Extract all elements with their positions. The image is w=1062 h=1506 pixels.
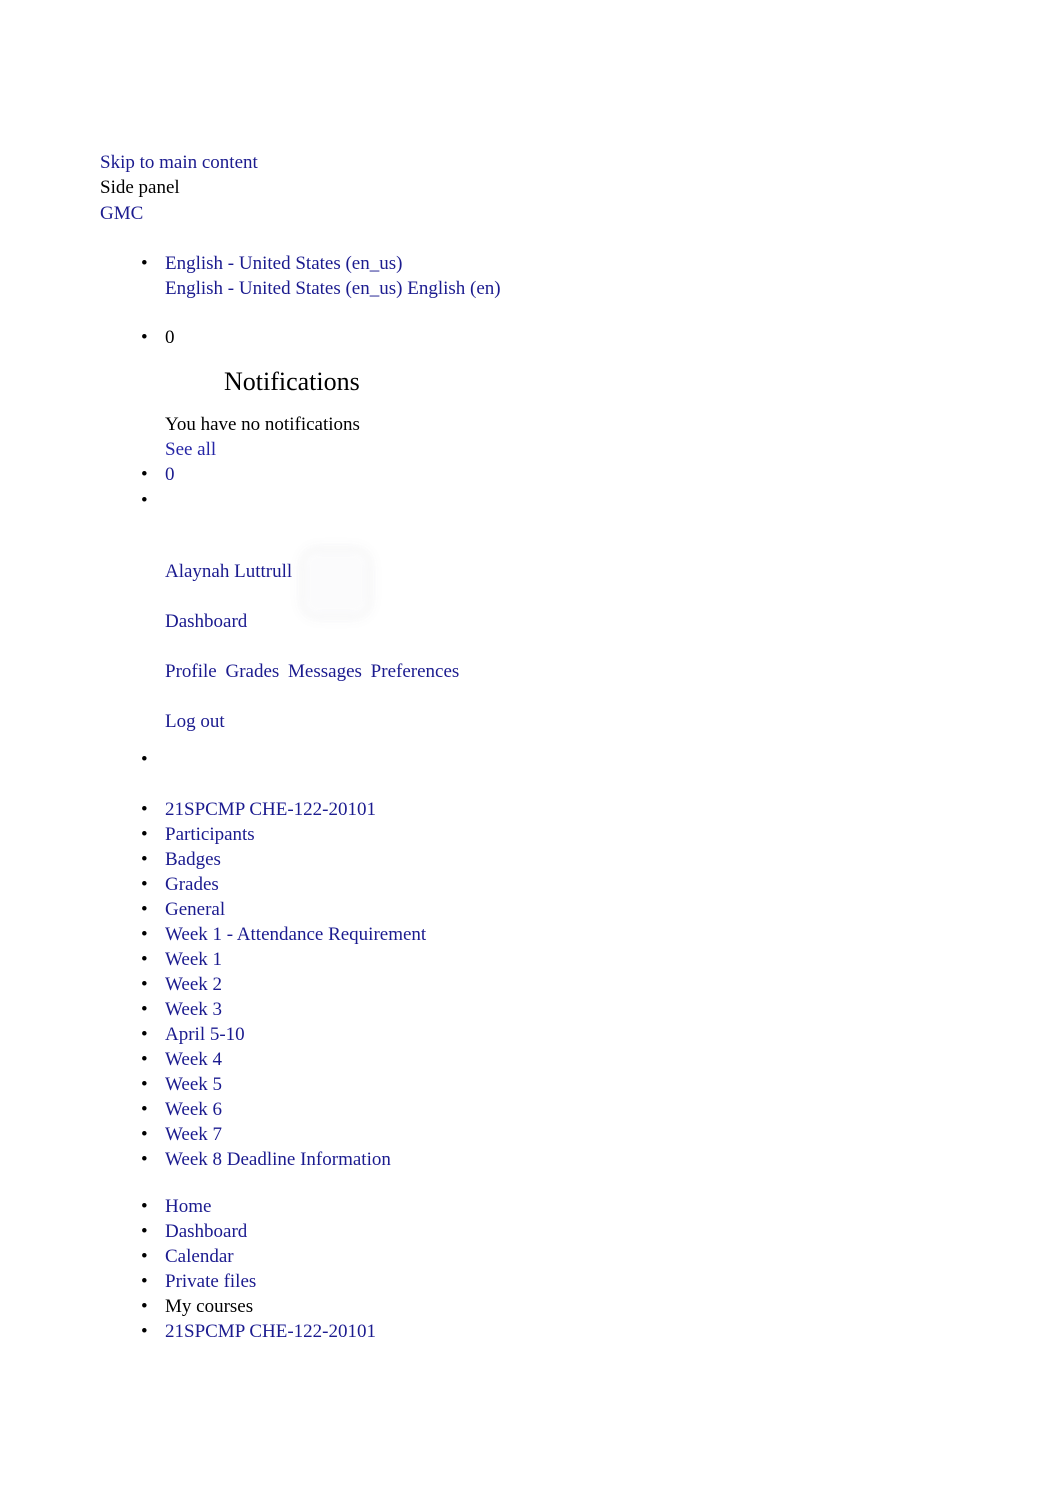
course-navigation-list: 21SPCMP CHE-122-20101 Participants Badges G… [100, 797, 1062, 1172]
user-menu-grades-link[interactable]: Grades [225, 661, 279, 682]
messages-count[interactable]: 0 [165, 327, 175, 348]
course-nav-item[interactable]: Week 6 [100, 1097, 1062, 1122]
course-nav-label[interactable]: Week 8 Deadline Information [165, 1149, 391, 1170]
site-nav-label[interactable]: Home [165, 1196, 211, 1217]
user-menu-logout-link[interactable]: Log out [165, 711, 225, 732]
course-nav-item[interactable]: General [100, 897, 1062, 922]
notifications-body: You have no notifications See all [100, 398, 1062, 462]
site-nav-item[interactable]: Dashboard [100, 1219, 1062, 1244]
user-menu-dashboard-link[interactable]: Dashboard [165, 611, 247, 632]
notifications-count[interactable]: 0 [165, 464, 175, 485]
language-options-link[interactable]: English - United States (en_us) English … [165, 278, 501, 299]
language-menu-item[interactable]: English - United States (en_us) [100, 251, 1062, 276]
site-nav-label[interactable]: Private files [165, 1271, 256, 1292]
language-menu-list: English - United States (en_us) [100, 251, 1062, 276]
course-nav-label[interactable]: Week 1 [165, 949, 222, 970]
user-menu: Alaynah Luttrull Dashboard Profile Grade… [100, 547, 1062, 747]
site-nav-label: My courses [165, 1295, 254, 1317]
spacer-before-site-nav [100, 1172, 1062, 1194]
user-menu-links-row: Profile Grades Messages Preferences [165, 647, 1062, 697]
course-nav-item[interactable]: 21SPCMP CHE-122-20101 [100, 797, 1062, 822]
user-menu-profile-link[interactable]: Profile [165, 661, 217, 682]
course-nav-item[interactable]: Week 2 [100, 972, 1062, 997]
user-name-link[interactable]: Alaynah Luttrull [165, 561, 292, 582]
messages-menu-item[interactable]: 0 [100, 325, 1062, 350]
site-nav-item: My courses [100, 1294, 1062, 1319]
notifications-menu-item[interactable]: 0 [100, 462, 1062, 487]
notifications-title: Notifications [224, 366, 360, 396]
course-nav-item[interactable]: Week 4 [100, 1047, 1062, 1072]
site-nav-label[interactable]: 21SPCMP CHE-122-20101 [165, 1321, 376, 1342]
site-home-link[interactable]: GMC [100, 201, 1062, 226]
notifications-see-all-link[interactable]: See all [165, 437, 1062, 462]
course-nav-label[interactable]: Participants [165, 824, 255, 845]
site-nav-item[interactable]: Calendar [100, 1244, 1062, 1269]
site-nav-label[interactable]: Calendar [165, 1246, 234, 1267]
course-nav-label[interactable]: Week 3 [165, 999, 222, 1020]
course-nav-label[interactable]: Grades [165, 874, 219, 895]
user-menu-preferences-link[interactable]: Preferences [371, 661, 460, 682]
user-avatar-placeholder-icon [305, 551, 367, 614]
course-nav-item[interactable]: Week 1 - Attendance Requirement [100, 922, 1062, 947]
user-menu-messages-link[interactable]: Messages [288, 661, 362, 682]
user-menu-toggle-item[interactable] [100, 488, 1062, 513]
course-nav-item[interactable]: Grades [100, 872, 1062, 897]
course-nav-label[interactable]: Week 6 [165, 1099, 222, 1120]
spacer-before-user-menu [100, 513, 1062, 547]
course-nav-item[interactable]: Participants [100, 822, 1062, 847]
page-root: Skip to main content Side panel GMC Engl… [0, 0, 1062, 1344]
course-nav-item[interactable]: Week 8 Deadline Information [100, 1147, 1062, 1172]
side-panel-label: Side panel [100, 177, 180, 199]
language-current-link[interactable]: English - United States (en_us) [165, 253, 402, 274]
course-nav-label[interactable]: General [165, 899, 225, 920]
course-nav-label[interactable]: April 5-10 [165, 1024, 245, 1045]
course-nav-item[interactable]: Week 1 [100, 947, 1062, 972]
course-nav-label[interactable]: Week 5 [165, 1074, 222, 1095]
language-options-line: English - United States (en_us) English … [100, 276, 1062, 325]
course-nav-item[interactable]: April 5-10 [100, 1022, 1062, 1047]
notifications-empty-text: You have no notifications [165, 414, 360, 436]
course-nav-label[interactable]: 21SPCMP CHE-122-20101 [165, 799, 376, 820]
course-nav-label[interactable]: Week 4 [165, 1049, 222, 1070]
site-nav-item[interactable]: Private files [100, 1269, 1062, 1294]
course-nav-item[interactable]: Week 7 [100, 1122, 1062, 1147]
notifications-menu-list: 0 [100, 462, 1062, 512]
course-nav-item[interactable]: Week 3 [100, 997, 1062, 1022]
spacer-before-course-nav [100, 772, 1062, 797]
course-nav-label[interactable]: Week 1 - Attendance Requirement [165, 924, 426, 945]
secondary-menu-list [100, 747, 1062, 772]
site-nav-item[interactable]: 21SPCMP CHE-122-20101 [100, 1319, 1062, 1344]
site-navigation-list: Home Dashboard Calendar Private files My cou… [100, 1194, 1062, 1344]
site-nav-label[interactable]: Dashboard [165, 1221, 247, 1242]
spacer-after-site-name [100, 226, 1062, 251]
skip-to-main-content-link[interactable]: Skip to main content [100, 150, 1062, 175]
site-nav-item[interactable]: Home [100, 1194, 1062, 1219]
course-nav-item[interactable]: Badges [100, 847, 1062, 872]
secondary-menu-item[interactable] [100, 747, 1062, 772]
course-nav-label[interactable]: Badges [165, 849, 221, 870]
course-nav-label[interactable]: Week 7 [165, 1124, 222, 1145]
messages-menu-list: 0 [100, 325, 1062, 350]
course-nav-item[interactable]: Week 5 [100, 1072, 1062, 1097]
course-nav-label[interactable]: Week 2 [165, 974, 222, 995]
